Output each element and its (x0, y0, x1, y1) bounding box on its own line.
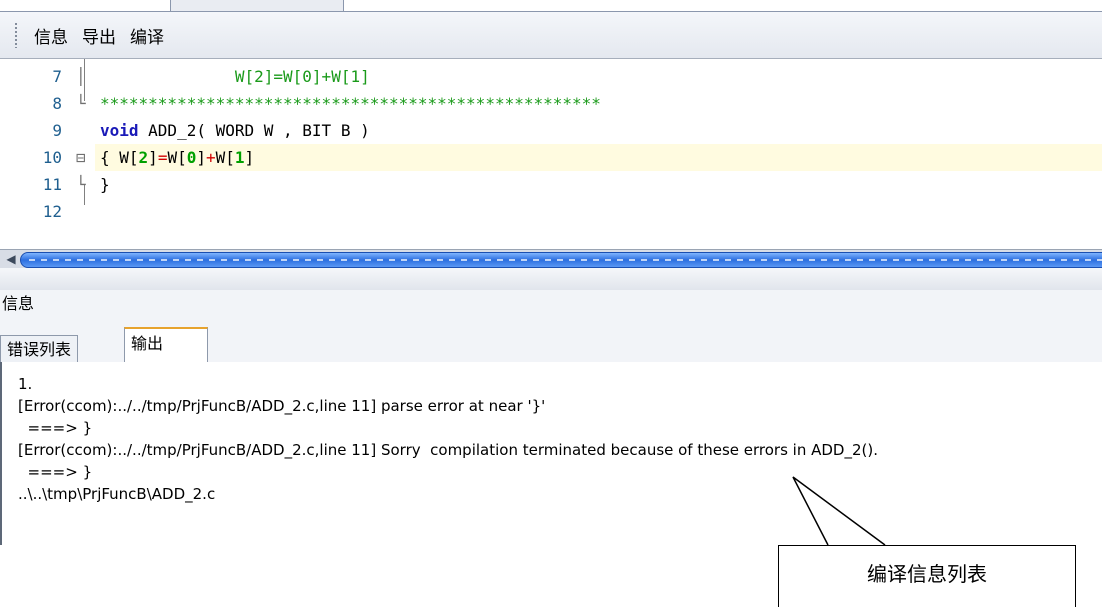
callout-label: 编译信息列表 (778, 545, 1076, 607)
callout-pointer (792, 476, 886, 546)
